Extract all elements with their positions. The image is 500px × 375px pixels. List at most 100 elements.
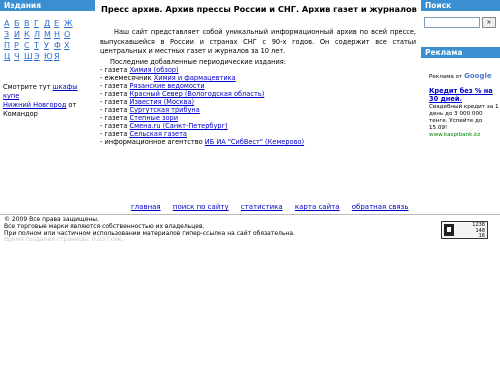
edition-link[interactable]: Смена.ru (Санкт-Петербург) xyxy=(130,122,228,130)
alphabet-letter-link[interactable]: Н xyxy=(54,29,64,40)
alphabet-letter-link[interactable]: О xyxy=(64,29,74,40)
list-item: - ежемесячник Химия и фармацевтика xyxy=(100,74,416,82)
google-logo[interactable]: Google xyxy=(464,72,492,80)
alphabet-letter-link[interactable]: З xyxy=(4,29,14,40)
list-item: - газета Степные зори xyxy=(100,114,416,122)
edition-link[interactable]: Степные зори xyxy=(130,114,179,122)
latest-heading: Последние добавленные периодические изда… xyxy=(110,58,286,66)
alphabet-letter-link[interactable]: П xyxy=(4,40,14,51)
main-content: Пресс архив. Архив прессы России и СНГ. … xyxy=(100,0,418,146)
list-item: - газета Химия (обзор) xyxy=(100,66,416,74)
alphabet-letter-link[interactable]: Ч xyxy=(14,51,24,62)
edition-type: - газета xyxy=(100,98,130,106)
editions-header: Издания xyxy=(0,0,95,11)
ad-block: Реклама от Google Кредит без % на 30 дне… xyxy=(421,73,500,139)
counter-values: 1238 148 16 xyxy=(472,222,485,240)
intro-paragraph: Наш сайт представляет собой уникальный и… xyxy=(100,28,416,55)
alphabet-letter-link[interactable]: М xyxy=(44,29,54,40)
alphabet-letter-link[interactable]: Ю xyxy=(44,51,54,62)
edition-type: - газета xyxy=(100,66,130,74)
left-sidebar: Издания xyxy=(0,0,95,11)
alphabet-letter-link[interactable]: Д xyxy=(44,18,54,29)
list-item: - газета Смена.ru (Санкт-Петербург) xyxy=(100,122,416,130)
alphabet-index: А Б В Г Д Е Ж З И К Л М Н О П Р С Т У Ф Х Ц Ч ШЭ ЮЯ xyxy=(4,18,74,62)
alphabet-letter-link[interactable]: А xyxy=(4,18,14,29)
ad-label-row: Реклама от Google xyxy=(429,73,500,81)
alphabet-letter-link[interactable]: Ж xyxy=(64,18,74,29)
left-promo-note: Смотрите тут шкафы купе Нижний Новгород … xyxy=(3,83,95,119)
edition-link[interactable]: Сельская газета xyxy=(130,130,187,138)
alphabet-letter-link[interactable]: Р xyxy=(14,40,24,51)
alphabet-letter-link[interactable]: Т xyxy=(34,40,44,51)
edition-type: - газета xyxy=(100,82,130,90)
alphabet-letter-link[interactable]: Е xyxy=(54,18,64,29)
alphabet-letter-link[interactable]: Ф xyxy=(54,40,64,51)
ad-text: Свадебный кредит за 1 день до 3 000 000 … xyxy=(429,104,499,131)
edition-type: - газета xyxy=(100,122,130,130)
alphabet-row: ПРСТУФХ xyxy=(4,40,74,51)
footer-render-time: Время создания страницы: 0.037 сек. xyxy=(4,236,124,244)
edition-link[interactable]: Химия (обзор) xyxy=(130,66,179,74)
edition-link[interactable]: ИБ ИА "СибВест" (Кемерово) xyxy=(205,138,304,146)
promo-prefix: Смотрите тут xyxy=(3,83,53,91)
edition-type: - ежемесячник xyxy=(100,74,154,82)
edition-link[interactable]: Рязанские ведомости xyxy=(130,82,205,90)
list-item: - информационное агентство ИБ ИА "СибВес… xyxy=(100,138,416,146)
counter-line: 16 xyxy=(478,233,485,239)
ads-header: Реклама xyxy=(421,47,500,58)
alphabet-letter-link[interactable]: И xyxy=(14,29,24,40)
edition-link[interactable]: Сургутская трибуна xyxy=(130,106,200,114)
nizhny-novgorod-link[interactable]: Нижний Новгород xyxy=(3,101,66,109)
alphabet-letter-link[interactable]: Э xyxy=(34,51,44,62)
alphabet-letter-link[interactable]: С xyxy=(24,40,34,51)
edition-link[interactable]: Химия и фармацевтика xyxy=(154,74,236,82)
nav-search-link[interactable]: поиск по сайту xyxy=(173,203,229,211)
latest-editions: Последние добавленные периодические изда… xyxy=(100,58,416,146)
ad-label: Реклама от xyxy=(429,74,463,80)
nav-sitemap-link[interactable]: карта сайта xyxy=(295,203,340,211)
alphabet-letter-link[interactable]: В xyxy=(24,18,34,29)
list-item: - газета Сельская газета xyxy=(100,130,416,138)
list-item: - газета Красный Север (Вологодская обла… xyxy=(100,90,416,98)
footer-divider xyxy=(0,214,500,215)
alphabet-letter-link[interactable]: Ш xyxy=(24,51,34,62)
page-title: Пресс архив. Архив прессы России и СНГ. … xyxy=(101,4,417,14)
alphabet-letter-link[interactable]: Б xyxy=(14,18,24,29)
visit-counter[interactable]: 1238 148 16 xyxy=(441,221,488,239)
search-button[interactable]: » xyxy=(482,17,496,28)
alphabet-letter-link[interactable]: Х xyxy=(64,40,74,51)
alphabet-row: АБВГДЕЖ xyxy=(4,18,74,29)
list-item: - газета Известия (Москва) xyxy=(100,98,416,106)
edition-type: - газета xyxy=(100,130,130,138)
alphabet-letter-link[interactable]: У xyxy=(44,40,54,51)
alphabet-row: ЗИКЛМНО xyxy=(4,29,74,40)
edition-type: - газета xyxy=(100,114,130,122)
search-input[interactable] xyxy=(424,17,480,28)
counter-logo-icon xyxy=(444,224,454,236)
search-box: Поиск » xyxy=(421,0,500,44)
search-header: Поиск xyxy=(421,0,500,11)
list-item: - газета Рязанские ведомости xyxy=(100,82,416,90)
edition-type: - информационное агентство xyxy=(100,138,205,146)
alphabet-letter-link[interactable]: Я xyxy=(54,51,64,62)
ad-title-link[interactable]: Кредит без % на 30 дней. xyxy=(429,87,500,103)
footer: © 2009 Все права защищены. Все торговые … xyxy=(4,216,295,244)
alphabet-letter-link[interactable]: Л xyxy=(34,29,44,40)
edition-link[interactable]: Красный Север (Вологодская область) xyxy=(130,90,265,98)
alphabet-letter-link[interactable]: Ц xyxy=(4,51,14,62)
edition-type: - газета xyxy=(100,90,130,98)
alphabet-row: Ц Ч ШЭ ЮЯ xyxy=(4,51,74,62)
list-item: - газета Сургутская трибуна xyxy=(100,106,416,114)
nav-feedback-link[interactable]: обратная связь xyxy=(352,203,409,211)
edition-link[interactable]: Известия (Москва) xyxy=(130,98,195,106)
alphabet-letter-link[interactable]: К xyxy=(24,29,34,40)
nav-stats-link[interactable]: статистика xyxy=(241,203,283,211)
alphabet-letter-link[interactable]: Г xyxy=(34,18,44,29)
latest-list: - газета Химия (обзор) - ежемесячник Хими… xyxy=(100,66,416,146)
edition-type: - газета xyxy=(100,106,130,114)
ad-url[interactable]: www.kaspibank.kz xyxy=(429,132,500,139)
ads-box: Реклама Реклама от Google Кредит без % н… xyxy=(421,47,500,139)
bottom-nav: главная поиск по сайту статистика карта … xyxy=(131,203,409,211)
nav-home-link[interactable]: главная xyxy=(131,203,161,211)
right-sidebar: Поиск » Реклама Реклама от Google Кредит… xyxy=(421,0,500,138)
